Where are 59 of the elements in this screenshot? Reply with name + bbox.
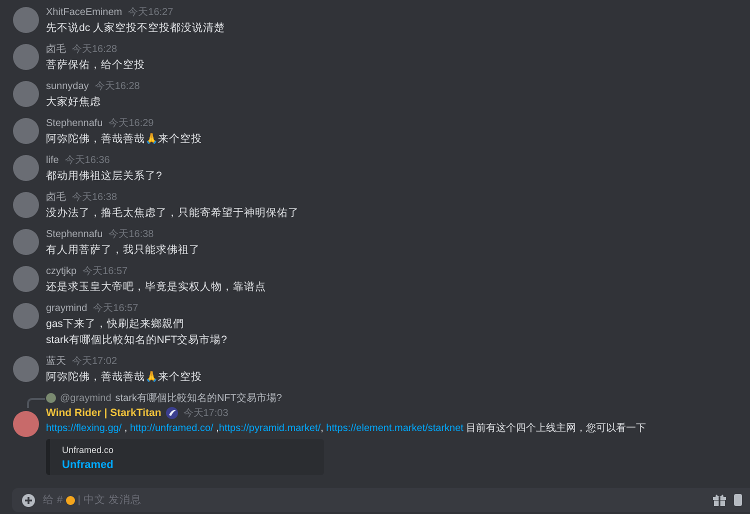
message-text: 都动用佛祖这层关系了? <box>46 169 162 184</box>
timestamp: 今天17:02 <box>72 355 118 368</box>
timestamp: 今天16:28 <box>94 80 140 93</box>
username[interactable]: Stephennafu <box>46 229 103 240</box>
timestamp: 今天16:57 <box>82 265 128 278</box>
username[interactable]: Stephennafu <box>46 118 103 129</box>
reply-avatar <box>46 393 56 403</box>
user-avatar[interactable] <box>13 192 39 218</box>
timestamp: 今天16:28 <box>72 43 118 56</box>
user-avatar[interactable] <box>13 44 39 70</box>
user-avatar[interactable] <box>13 356 39 382</box>
username[interactable]: 卤毛 <box>46 190 66 204</box>
timestamp: 今天16:27 <box>128 6 174 19</box>
channel-emoji-icon <box>66 496 75 504</box>
username[interactable]: XhitFaceEminem <box>46 7 122 18</box>
user-avatar[interactable] <box>13 81 39 107</box>
user-avatar[interactable] <box>13 118 39 144</box>
add-icon[interactable] <box>22 494 35 506</box>
embed-title[interactable]: Unframed <box>62 459 312 471</box>
username[interactable]: czytjkp <box>46 266 77 277</box>
message-text: 大家好焦虑 <box>46 95 102 110</box>
user-avatar[interactable] <box>13 155 39 181</box>
username[interactable]: Wind Rider | StarkTitan <box>46 407 162 419</box>
timestamp: 今天16:36 <box>64 154 110 167</box>
message-text: 有人用菩萨了，我只能求佛祖了 <box>46 243 200 258</box>
user-avatar[interactable] <box>13 303 39 329</box>
timestamp: 今天16:38 <box>108 228 154 241</box>
badge-icon <box>166 407 178 419</box>
username[interactable]: life <box>46 155 59 166</box>
message-text: 菩萨保佑，给个空投 <box>46 58 145 73</box>
message-text: 没办法了，撸毛太焦虑了，只能寄希望于神明保佑了 <box>46 206 299 221</box>
message-text: 阿弥陀佛，善哉善哉🙏来个空投 <box>46 132 202 147</box>
message-text: 先不说dc 人家空投不空投都没说清楚 <box>46 21 226 36</box>
message-text: https://flexing.gg/ , http://unframed.co/ ,https://pyramid.market/, https://element.market/starknet 目前有这个四个上线主网，您可以看一下 <box>46 422 646 436</box>
message-text: 阿弥陀佛，善哉善哉🙏来个空投 <box>46 370 202 385</box>
username[interactable]: sunnyday <box>46 81 89 92</box>
link[interactable]: https://pyramid.market/ <box>218 423 321 434</box>
reply-author[interactable]: @graymind <box>60 392 112 404</box>
message-text: gas下来了，快刷起来鄉親們 <box>46 317 185 332</box>
message-text: 还是求玉皇大帝吧，毕竟是实权人物，靠谱点 <box>46 280 266 295</box>
link[interactable]: http://unframed.co/ <box>130 423 214 434</box>
timestamp: 今天16:29 <box>108 117 154 130</box>
user-avatar[interactable] <box>13 229 39 255</box>
user-avatar[interactable] <box>13 266 39 292</box>
timestamp: 今天17:03 <box>183 407 228 420</box>
username[interactable]: graymind <box>46 303 88 314</box>
embed-site: Unframed.co <box>62 445 115 455</box>
message-text: stark有哪個比較知名的NFT交易市場? <box>46 333 228 348</box>
user-avatar[interactable] <box>13 7 39 33</box>
reply-preview[interactable]: stark有哪個比較知名的NFT交易市場? <box>115 391 282 405</box>
timestamp: 今天16:57 <box>93 302 138 315</box>
timestamp: 今天16:38 <box>72 191 118 204</box>
user-avatar[interactable] <box>13 411 39 437</box>
username[interactable]: 蓝天 <box>46 354 66 368</box>
link[interactable]: https://element.market/starknet <box>326 423 464 434</box>
username[interactable]: 卤毛 <box>46 42 66 56</box>
gift-icon[interactable] <box>713 494 726 506</box>
link[interactable]: https://flexing.gg/ <box>46 423 122 434</box>
reply-connector <box>27 398 45 408</box>
